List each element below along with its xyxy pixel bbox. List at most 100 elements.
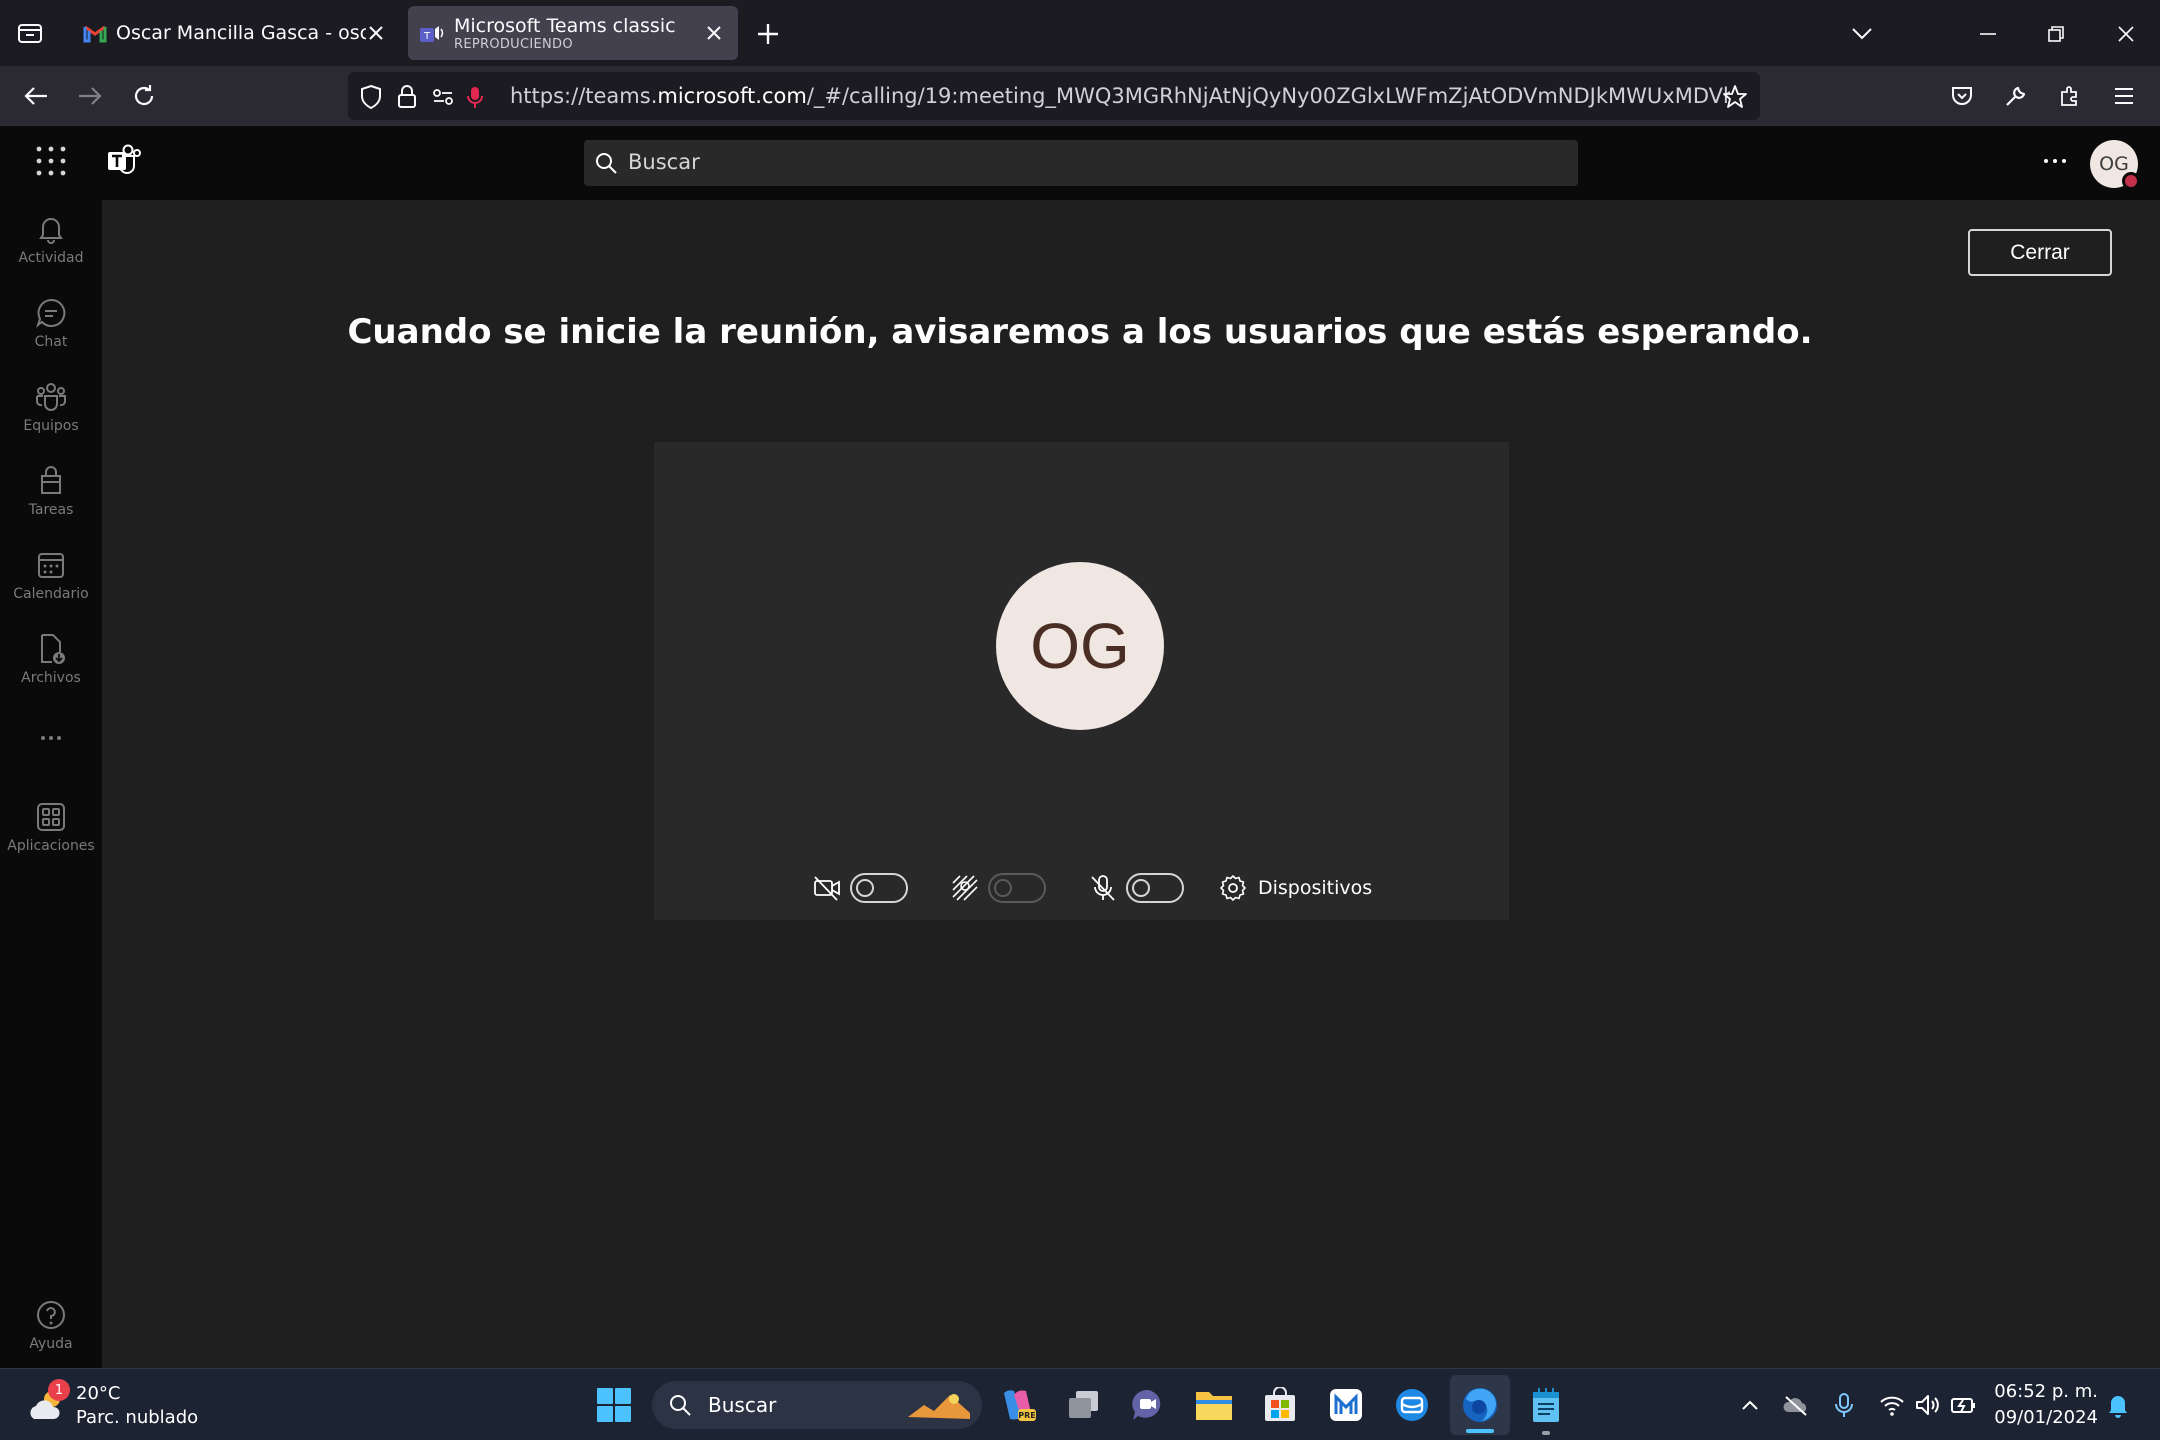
tab-title: Oscar Mancilla Gasca - oscargasca bbox=[116, 22, 366, 44]
weather-temperature: 20°C bbox=[76, 1383, 121, 1404]
tab-playing-label: REPRODUCIENDO bbox=[454, 36, 573, 52]
browser-navigation-bar: https://teams.microsoft.com/_#/calling/1… bbox=[0, 66, 2160, 126]
teams-search-input[interactable]: Buscar bbox=[584, 140, 1578, 186]
browser-tab-strip: Oscar Mancilla Gasca - oscargasca T Micr… bbox=[0, 0, 2160, 66]
tasks-icon bbox=[41, 466, 61, 494]
wifi-icon[interactable] bbox=[1878, 1391, 1906, 1419]
back-icon[interactable] bbox=[18, 78, 54, 114]
files-icon bbox=[41, 634, 65, 664]
wrench-icon[interactable] bbox=[1998, 78, 2034, 114]
app-launcher-icon[interactable] bbox=[34, 144, 68, 178]
notification-count-badge: 1 bbox=[48, 1379, 70, 1401]
battery-charging-icon[interactable] bbox=[1950, 1391, 1978, 1419]
new-tab-icon[interactable] bbox=[752, 18, 784, 50]
help-icon bbox=[37, 1301, 65, 1329]
teams-icon bbox=[36, 383, 66, 411]
taskbar-search-placeholder: Buscar bbox=[708, 1393, 777, 1417]
url-text[interactable]: https://teams.microsoft.com/_#/calling/1… bbox=[510, 84, 1730, 108]
reload-icon[interactable] bbox=[126, 78, 162, 114]
copilot-icon[interactable]: PRE bbox=[996, 1383, 1040, 1427]
devices-button[interactable]: Dispositivos bbox=[1258, 877, 1372, 899]
rail-item-chat[interactable]: Chat bbox=[0, 296, 102, 366]
rail-item-calendario[interactable]: Calendario bbox=[0, 548, 102, 618]
lobby-message: Cuando se inicie la reunión, avisaremos … bbox=[347, 312, 1813, 352]
weather-description: Parc. nublado bbox=[76, 1407, 199, 1428]
lock-icon[interactable] bbox=[394, 84, 420, 110]
url-bar[interactable]: https://teams.microsoft.com/_#/calling/1… bbox=[348, 72, 1760, 120]
background-blur-icon bbox=[952, 875, 978, 901]
microphone-in-use-icon[interactable] bbox=[1830, 1391, 1858, 1419]
list-all-tabs-icon[interactable] bbox=[1844, 16, 1880, 52]
close-button[interactable]: Cerrar bbox=[1968, 229, 2112, 276]
search-icon bbox=[670, 1395, 691, 1416]
taskbar-search-input[interactable]: Buscar bbox=[652, 1381, 982, 1429]
background-effects-toggle[interactable] bbox=[988, 873, 1046, 903]
pocket-icon[interactable] bbox=[1944, 78, 1980, 114]
teams-header: Buscar OG bbox=[0, 126, 2160, 200]
extensions-icon[interactable] bbox=[2052, 78, 2088, 114]
tab-title: Microsoft Teams classic bbox=[454, 14, 676, 37]
weather-widget[interactable]: 1 20°C Parc. nublado bbox=[26, 1379, 246, 1431]
outlook-icon[interactable] bbox=[1390, 1383, 1434, 1427]
mail-app-icon[interactable] bbox=[1324, 1383, 1368, 1427]
teams-chat-icon[interactable] bbox=[1126, 1383, 1170, 1427]
bookmark-star-icon[interactable] bbox=[1722, 84, 1748, 110]
preview-avatar: OG bbox=[996, 562, 1164, 730]
running-app-indicator bbox=[1466, 1429, 1494, 1433]
ellipsis-icon bbox=[41, 736, 61, 740]
restore-icon[interactable] bbox=[2038, 16, 2074, 52]
video-preview: OG Dispositivos bbox=[654, 442, 1509, 920]
start-icon[interactable] bbox=[592, 1383, 636, 1427]
forward-icon[interactable] bbox=[72, 78, 108, 114]
rail-item-aplicaciones[interactable]: Aplicaciones bbox=[0, 800, 102, 870]
app-rail: Actividad Chat Equipos Tareas Calendario… bbox=[0, 200, 102, 1368]
system-clock[interactable]: 06:52 p. m. 09/01/2024 bbox=[1990, 1379, 2098, 1431]
microphone-off-icon bbox=[1091, 875, 1115, 901]
file-explorer-icon[interactable] bbox=[1192, 1383, 1236, 1427]
rail-more-apps[interactable] bbox=[0, 728, 102, 758]
rail-item-archivos[interactable]: Archivos bbox=[0, 632, 102, 702]
close-tab-icon[interactable] bbox=[364, 21, 388, 45]
meeting-lobby: Cerrar Cuando se inicie la reunión, avis… bbox=[102, 200, 2160, 1368]
browser-tab-gmail[interactable]: Oscar Mancilla Gasca - oscargasca bbox=[70, 6, 400, 60]
svg-text:T: T bbox=[423, 31, 431, 42]
user-avatar[interactable]: OG bbox=[2090, 140, 2140, 190]
running-app-indicator bbox=[1542, 1431, 1550, 1435]
apps-icon bbox=[37, 803, 65, 831]
svg-text:PRE: PRE bbox=[1018, 1411, 1036, 1420]
close-tab-icon[interactable] bbox=[702, 21, 726, 45]
microphone-in-use-icon[interactable] bbox=[464, 84, 486, 110]
shield-icon[interactable] bbox=[358, 84, 384, 110]
settings-gear-icon[interactable] bbox=[1218, 873, 1248, 903]
notification-bell-icon[interactable] bbox=[2104, 1391, 2132, 1419]
windows-taskbar: 1 20°C Parc. nublado Buscar PRE 06:52 p.… bbox=[0, 1368, 2160, 1440]
minimize-icon[interactable] bbox=[1970, 16, 2006, 52]
camera-off-icon bbox=[814, 876, 840, 901]
microsoft-store-icon[interactable] bbox=[1258, 1383, 1302, 1427]
volume-icon[interactable] bbox=[1914, 1391, 1942, 1419]
search-icon bbox=[596, 153, 617, 174]
close-window-icon[interactable] bbox=[2108, 16, 2144, 52]
notepad-icon[interactable] bbox=[1524, 1383, 1568, 1427]
camera-toggle[interactable] bbox=[850, 873, 908, 903]
teams-speaker-icon: T bbox=[420, 26, 444, 42]
permissions-icon[interactable] bbox=[430, 84, 456, 110]
avatar-initials: OG bbox=[2099, 153, 2129, 175]
calendar-icon bbox=[38, 553, 64, 578]
more-options-icon[interactable] bbox=[2040, 146, 2070, 176]
tab-overview-icon[interactable] bbox=[8, 13, 52, 53]
rail-item-actividad[interactable]: Actividad bbox=[0, 212, 102, 282]
task-view-icon[interactable] bbox=[1062, 1383, 1106, 1427]
rail-item-equipos[interactable]: Equipos bbox=[0, 380, 102, 450]
chat-icon bbox=[36, 298, 66, 328]
search-placeholder: Buscar bbox=[628, 150, 700, 174]
onedrive-offline-icon[interactable] bbox=[1782, 1391, 1810, 1419]
rail-item-ayuda[interactable]: Ayuda bbox=[0, 1298, 102, 1368]
microphone-toggle[interactable] bbox=[1126, 873, 1184, 903]
teams-logo-icon[interactable] bbox=[106, 142, 142, 178]
show-hidden-icons-icon[interactable] bbox=[1736, 1391, 1764, 1419]
browser-tab-teams[interactable]: T Microsoft Teams classic REPRODUCIENDO bbox=[408, 6, 738, 60]
app-menu-icon[interactable] bbox=[2106, 78, 2142, 114]
rail-item-tareas[interactable]: Tareas bbox=[0, 464, 102, 534]
firefox-icon[interactable] bbox=[1458, 1383, 1502, 1427]
